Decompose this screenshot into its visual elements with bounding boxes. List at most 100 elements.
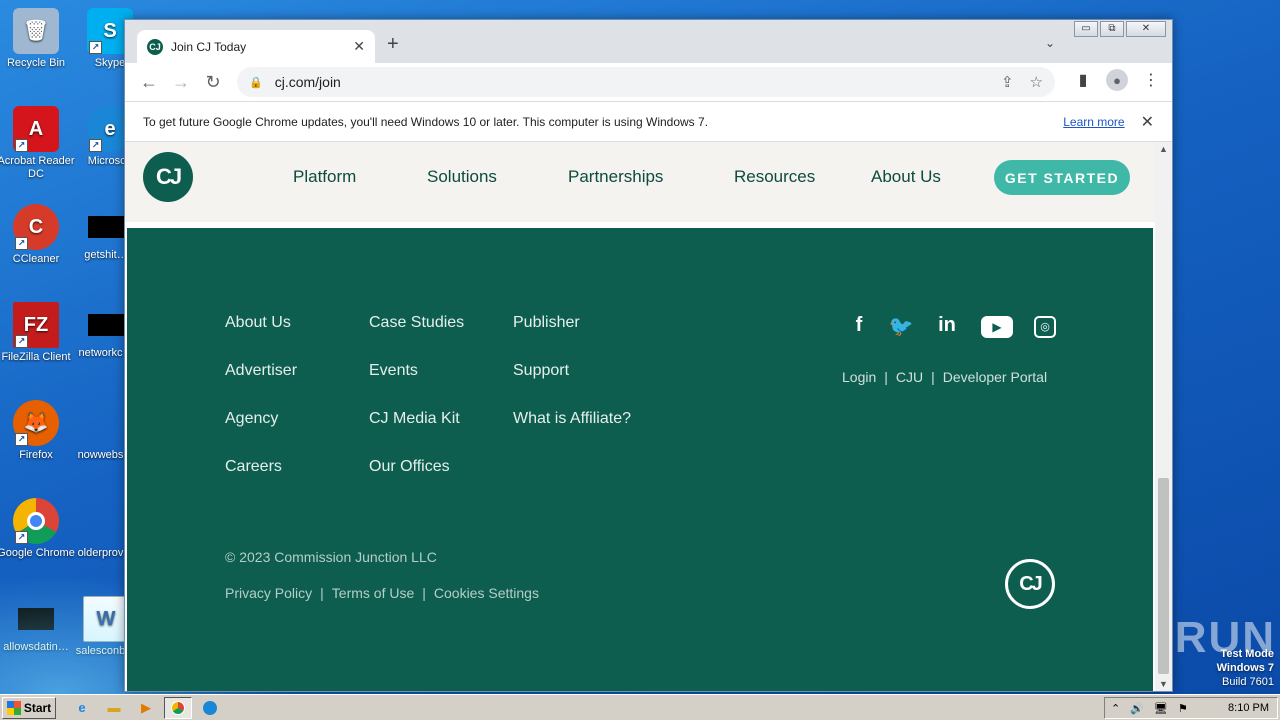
nav-platform[interactable]: Platform: [293, 167, 356, 187]
bookmark-star-icon[interactable]: ☆: [1030, 73, 1043, 91]
cookies-settings-link[interactable]: Cookies Settings: [434, 585, 539, 601]
profile-avatar-icon[interactable]: ●: [1106, 69, 1128, 91]
portal-links: Login | CJU | Developer Portal: [842, 369, 1047, 385]
linkedin-icon[interactable]: in: [931, 314, 963, 340]
back-arrow-icon[interactable]: ←: [133, 72, 165, 93]
firefox-icon: 🦊 ↗: [13, 400, 59, 446]
desktop-icon-label: CCleaner: [12, 253, 60, 265]
scroll-down-arrow-icon[interactable]: ▼: [1159, 679, 1168, 689]
shortcut-arrow-icon: ↗: [89, 41, 102, 54]
system-tray: ⌃ 🔊 🖥 ⚑ 8:10 PM: [1104, 697, 1278, 719]
nav-solutions[interactable]: Solutions: [427, 167, 497, 187]
desktop-icon-label: Google Chrome: [0, 547, 75, 559]
footer-link-publisher[interactable]: Publisher: [513, 314, 580, 332]
browser-toolbar: ← → ↻ 🔒 cj.com/join ⇪ ☆ ▮ ● ⋮: [125, 63, 1172, 101]
desktop-icon-allowsdatin[interactable]: allowsdatin…: [0, 596, 76, 654]
volume-icon[interactable]: 🔊: [1130, 702, 1144, 715]
shortcut-arrow-icon: ↗: [15, 433, 28, 446]
taskbar-chrome-icon[interactable]: [164, 696, 192, 719]
reload-icon[interactable]: ↻: [197, 72, 229, 93]
legal-links: Privacy Policy | Terms of Use | Cookies Sett…: [225, 585, 539, 601]
menu-dots-icon[interactable]: ⋮: [1140, 70, 1162, 90]
instagram-icon[interactable]: ◎: [1034, 316, 1056, 338]
file-icon: [83, 400, 129, 446]
new-tab-button[interactable]: +: [387, 34, 399, 54]
tab-close-icon[interactable]: ✕: [353, 38, 365, 55]
login-link[interactable]: Login: [842, 369, 876, 385]
network-icon[interactable]: 🖥: [1154, 702, 1168, 715]
terms-of-use-link[interactable]: Terms of Use: [332, 585, 414, 601]
footer-link-careers[interactable]: Careers: [225, 458, 282, 476]
desktop-icon-ccleaner[interactable]: C ↗ CCleaner: [0, 204, 76, 266]
desktop-icon-acrobat[interactable]: A ↗ Acrobat Reader DC: [0, 106, 76, 181]
minimize-button[interactable]: ▭: [1074, 21, 1098, 37]
learn-more-link[interactable]: Learn more: [1063, 115, 1124, 129]
footer-link-case-studies[interactable]: Case Studies: [369, 314, 464, 332]
side-panel-icon[interactable]: ▮: [1072, 70, 1094, 90]
clock[interactable]: 8:10 PM: [1228, 702, 1269, 714]
youtube-icon[interactable]: ▶: [981, 316, 1013, 338]
shortcut-arrow-icon: ↗: [89, 139, 102, 152]
tab-search-chevron-icon[interactable]: ⌄: [1045, 36, 1055, 50]
desktop-icon-recycle-bin[interactable]: 🗑 Recycle Bin: [0, 8, 76, 70]
infobar-close-icon[interactable]: ✕: [1141, 112, 1154, 132]
developer-portal-link[interactable]: Developer Portal: [943, 369, 1047, 385]
cju-link[interactable]: CJU: [896, 369, 923, 385]
desktop-icon-label: FileZilla Client: [1, 351, 71, 363]
desktop-icon-label: allowsdatin…: [3, 641, 69, 653]
start-button[interactable]: Start: [2, 696, 56, 719]
tab-join-cj[interactable]: CJ Join CJ Today ✕: [137, 30, 375, 63]
scroll-thumb[interactable]: [1158, 478, 1169, 674]
watermark-line: Windows 7: [1216, 662, 1274, 674]
restore-button[interactable]: ⧉: [1100, 21, 1124, 37]
share-icon[interactable]: ⇪: [1001, 73, 1014, 91]
cj-logo[interactable]: CJ: [143, 152, 193, 202]
test-mode-watermark: Test Mode Windows 7 Build 7601: [1217, 647, 1274, 689]
action-center-flag-icon[interactable]: ⚑: [1178, 702, 1188, 715]
desktop-icon-filezilla[interactable]: FZ ↗ FileZilla Client: [0, 302, 76, 364]
footer-link-support[interactable]: Support: [513, 362, 569, 380]
start-label: Start: [23, 700, 52, 715]
footer-link-our-offices[interactable]: Our Offices: [369, 458, 450, 476]
url-text[interactable]: cj.com/join: [275, 74, 985, 90]
taskbar-edge-icon[interactable]: [196, 697, 224, 719]
taskbar-media-player-icon[interactable]: ▶: [132, 697, 160, 719]
page-scrollbar[interactable]: ▲ ▼: [1155, 142, 1172, 691]
file-icon: [88, 216, 124, 238]
desktop-icon-firefox[interactable]: 🦊 ↗ Firefox: [0, 400, 76, 462]
update-infobar: To get future Google Chrome updates, you…: [125, 101, 1172, 142]
ccleaner-icon: C ↗: [13, 204, 59, 250]
footer-link-what-is-affiliate[interactable]: What is Affiliate?: [513, 410, 631, 428]
forward-arrow-icon[interactable]: →: [165, 72, 197, 93]
taskbar: Start e ▬ ▶ ⌃ 🔊 🖥 ⚑ 8:10 PM: [0, 694, 1280, 720]
nav-partnerships[interactable]: Partnerships: [568, 167, 663, 187]
taskbar-ie-icon[interactable]: e: [68, 697, 96, 719]
copyright-text: © 2023 Commission Junction LLC: [225, 549, 437, 565]
toolbar-right: ▮ ● ⋮: [1072, 69, 1162, 91]
twitter-icon[interactable]: 🐦: [885, 314, 917, 340]
nav-resources[interactable]: Resources: [734, 167, 815, 187]
watermark-line: Test Mode: [1220, 648, 1274, 660]
close-window-button[interactable]: ✕: [1126, 21, 1166, 37]
get-started-button[interactable]: GET STARTED: [994, 160, 1130, 195]
footer-link-events[interactable]: Events: [369, 362, 418, 380]
privacy-policy-link[interactable]: Privacy Policy: [225, 585, 312, 601]
facebook-icon[interactable]: f: [843, 314, 875, 340]
address-bar[interactable]: 🔒 cj.com/join ⇪ ☆: [237, 67, 1055, 97]
shortcut-arrow-icon: ↗: [15, 335, 28, 348]
tray-expand-icon[interactable]: ⌃: [1111, 702, 1120, 715]
lock-icon[interactable]: 🔒: [249, 76, 263, 89]
footer-link-agency[interactable]: Agency: [225, 410, 278, 428]
taskbar-explorer-icon[interactable]: ▬: [100, 697, 128, 719]
desktop-icon-chrome[interactable]: ↗ Google Chrome: [0, 498, 76, 560]
chrome-icon: ↗: [13, 498, 59, 544]
footer-link-media-kit[interactable]: CJ Media Kit: [369, 410, 460, 428]
filezilla-icon: FZ ↗: [13, 302, 59, 348]
file-icon: [18, 608, 54, 630]
nav-about-us[interactable]: About Us: [871, 167, 941, 187]
scroll-up-arrow-icon[interactable]: ▲: [1159, 144, 1168, 154]
footer-link-about-us[interactable]: About Us: [225, 314, 291, 332]
footer-cj-logo[interactable]: CJ: [1005, 559, 1055, 609]
footer-link-advertiser[interactable]: Advertiser: [225, 362, 297, 380]
chrome-window: CJ Join CJ Today ✕ + ⌄ ▭ ⧉ ✕ ← → ↻ 🔒 cj.…: [124, 19, 1173, 692]
